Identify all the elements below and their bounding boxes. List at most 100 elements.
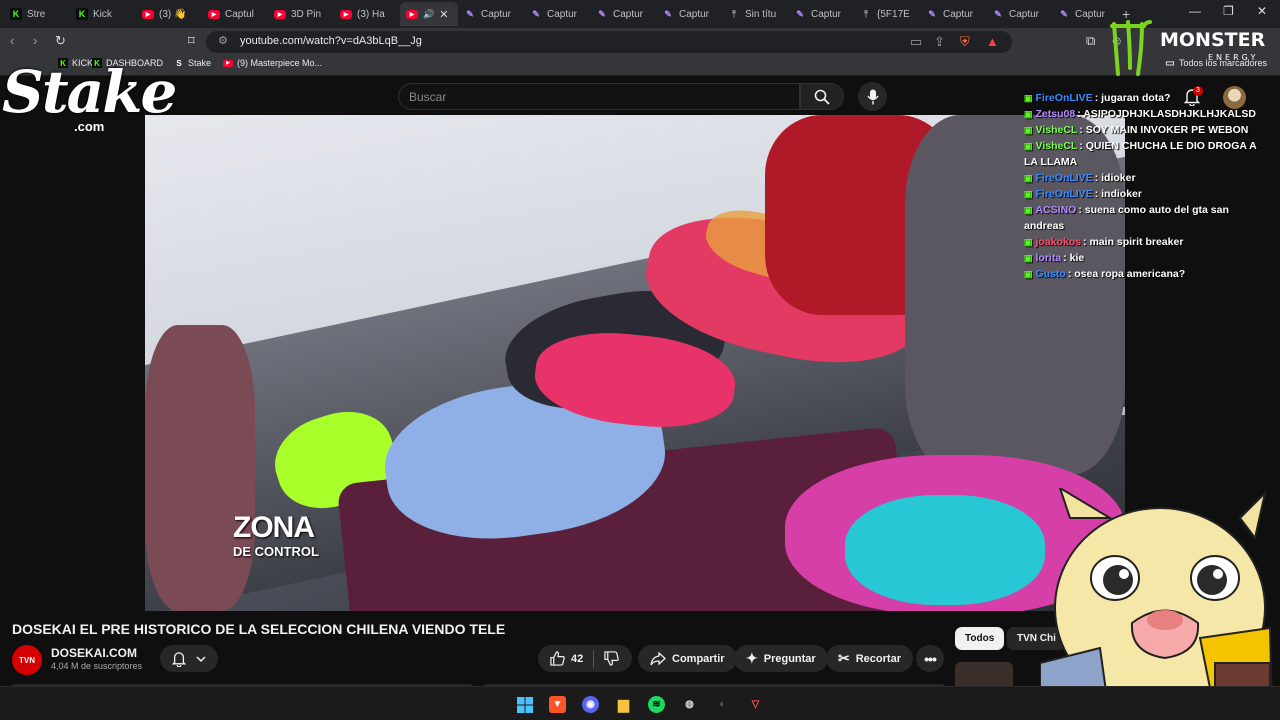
chat-username: VisheCL <box>1035 140 1078 152</box>
search-input[interactable]: Buscar <box>398 83 800 110</box>
share-page-icon[interactable]: ⇪ <box>934 34 945 50</box>
stake-logo: Stake .com <box>2 58 177 138</box>
browser-toolbar: ‹ › ↻ ⌑ ⚙ youtube.com/watch?v=dA3bLqB__J… <box>0 28 1280 54</box>
browser-tab[interactable]: ▶ 3D Pin <box>268 2 334 26</box>
browser-tab[interactable]: ✎ Captur <box>524 2 590 26</box>
chat-message: ▣ joakokos: main spirit breaker <box>1024 234 1264 250</box>
subscribed-bell-button[interactable] <box>160 645 218 672</box>
bookmark-masterpiece[interactable]: ▶ (9) Masterpiece Mo... <box>223 58 322 68</box>
chat-username: lorita <box>1035 252 1062 264</box>
tab-label: (3) Ha <box>357 8 385 20</box>
chat-message: ▣ VisheCL: SOY MAIN INVOKER PE WEBON <box>1024 122 1264 138</box>
chat-message: ▣ ACSINO: suena como auto del gta san and… <box>1024 202 1264 234</box>
tab-label: Captur <box>481 8 512 20</box>
ask-button[interactable]: ✦ Preguntar <box>734 645 828 672</box>
upload-icon: ⤒ <box>732 8 736 19</box>
extensions-icon[interactable]: ⧉ <box>1086 33 1095 49</box>
pen-icon: ✎ <box>928 8 936 19</box>
chat-username: Zetsu08 <box>1035 108 1076 120</box>
kick-badge-icon: ▣ <box>1024 237 1033 247</box>
maximize-icon[interactable]: ❐ <box>1223 4 1234 18</box>
clip-button[interactable]: ✂ Recortar <box>826 645 913 672</box>
chat-message: ▣ FireOnLIVE: idioker <box>1024 170 1264 186</box>
tab-label: Stre <box>27 8 46 20</box>
like-divider <box>593 649 595 668</box>
spotify-icon[interactable]: ≋ <box>648 696 665 713</box>
bookmark-icon[interactable]: ⌑ <box>188 33 195 49</box>
clip-label: Recortar <box>855 652 901 665</box>
bookmark-stake[interactable]: S Stake <box>174 58 211 68</box>
chat-message: ▣ FireOnLIVE: jugaran dota? <box>1024 90 1264 106</box>
minimize-icon[interactable]: — <box>1189 4 1201 18</box>
chat-message: ▣ VisheCL: QUIEN CHUCHA LE DIO DROGA A LA… <box>1024 138 1264 170</box>
like-count[interactable]: 42 <box>571 653 583 665</box>
pen-icon: ✎ <box>532 8 540 19</box>
windows-start-icon[interactable] <box>516 696 533 713</box>
channel-name[interactable]: DOSEKAI.COM <box>51 646 137 660</box>
file-explorer-icon[interactable]: ▆ <box>615 696 632 713</box>
pen-icon: ✎ <box>796 8 804 19</box>
monster-logo-word: MONSTER <box>1160 29 1266 51</box>
voice-search-button[interactable] <box>858 82 887 111</box>
forward-icon[interactable]: › <box>33 33 37 48</box>
monster-logo-sub: ENERGY <box>1208 53 1258 62</box>
brave-rewards-icon[interactable]: ▲ <box>986 34 999 49</box>
browser-tab[interactable]: ▶ (3) Ha <box>334 2 400 26</box>
browser-tab[interactable]: K Stre <box>4 2 70 26</box>
browser-tab[interactable]: ✎ Captur <box>986 2 1052 26</box>
tab-label: Captur <box>811 8 842 20</box>
chat-text: : jugaran dota? <box>1094 92 1171 104</box>
thumbs-down-icon[interactable] <box>604 651 620 666</box>
browser-tab[interactable]: ✎ Captur <box>458 2 524 26</box>
close-tab-icon[interactable]: ✕ <box>439 8 448 21</box>
video-frame-bag <box>145 325 255 611</box>
cast-icon[interactable]: ▭ <box>910 34 922 50</box>
brave-beta-icon[interactable]: ▽ <box>747 696 764 713</box>
url-text: youtube.com/watch?v=dA3bLqB__Jg <box>240 35 422 47</box>
pen-icon: ✎ <box>598 8 606 19</box>
chat-username: Gusto <box>1035 268 1066 280</box>
browser-tab[interactable]: ✎ Captur <box>788 2 854 26</box>
chat-message: ▣ Gusto: osea ropa americana? <box>1024 266 1264 282</box>
browser-tab[interactable]: K Kick <box>70 2 136 26</box>
share-button[interactable]: Compartir <box>638 645 737 672</box>
chat-text: : idioker <box>1094 172 1136 184</box>
overlay-line-1: ZONA <box>233 511 315 544</box>
recommended-thumbnail[interactable] <box>955 662 1013 686</box>
windows-logo-icon <box>516 696 533 713</box>
audio-playing-icon[interactable]: 🔊 <box>423 9 434 20</box>
channel-avatar[interactable]: TVN <box>12 645 42 675</box>
brave-shields-icon[interactable]: ⛨ <box>960 34 970 50</box>
brave-browser-icon[interactable]: ▼ <box>549 696 566 713</box>
browser-tab[interactable]: ✎ Captur <box>920 2 986 26</box>
chip-all[interactable]: Todos <box>955 627 1005 650</box>
obs-icon[interactable]: ◍ <box>681 696 698 713</box>
browser-tab[interactable]: ✎ Captur <box>656 2 722 26</box>
browser-tab[interactable]: ▶ 🔊 ✕ <box>400 2 458 26</box>
upload-icon: ⤒ <box>864 8 868 19</box>
tab-label: Captur <box>679 8 710 20</box>
discord-icon[interactable]: ◉ <box>582 696 599 713</box>
thumbs-up-icon[interactable] <box>550 651 565 666</box>
youtube-icon: ▶ <box>223 59 233 67</box>
more-actions-button[interactable]: ••• <box>916 645 944 672</box>
kick-badge-icon: ▣ <box>1024 93 1033 103</box>
share-icon <box>650 651 666 665</box>
video-overlay-logo: ZONA DE CONTROL <box>233 511 319 559</box>
address-bar[interactable]: ⚙ youtube.com/watch?v=dA3bLqB__Jg ▭ ⇪ ⛨ … <box>206 31 1012 53</box>
back-icon[interactable]: ‹ <box>10 33 14 48</box>
browser-tab[interactable]: ⤒ {5F17E <box>854 2 920 26</box>
browser-tab[interactable]: ⤒ Sin títu <box>722 2 788 26</box>
bookmark-label: Stake <box>188 58 212 68</box>
youtube-icon: ▶ <box>208 9 220 19</box>
browser-tab[interactable]: ▶ (3) 👋 <box>136 2 202 26</box>
browser-tab[interactable]: ✎ Captur <box>590 2 656 26</box>
close-window-icon[interactable]: ✕ <box>1257 4 1267 18</box>
site-info-icon[interactable]: ⚙ <box>218 34 228 47</box>
tab-label: Captul <box>225 8 254 20</box>
reload-icon[interactable]: ↻ <box>55 33 66 49</box>
app-icon[interactable]: ◐ <box>714 696 731 713</box>
pen-icon: ✎ <box>466 8 474 19</box>
browser-tab[interactable]: ▶ Captul <box>202 2 268 26</box>
search-button[interactable] <box>800 83 844 110</box>
